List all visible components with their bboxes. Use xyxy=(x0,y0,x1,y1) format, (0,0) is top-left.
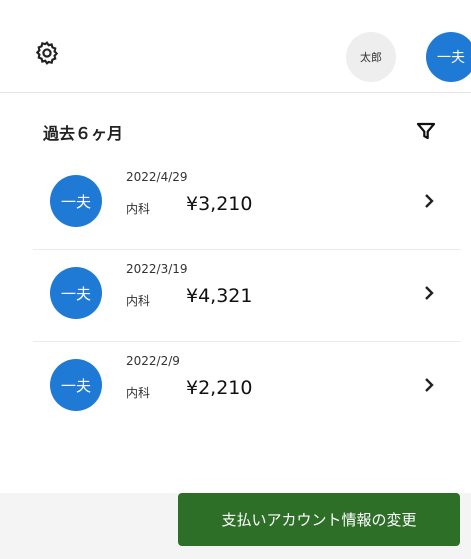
amount: ¥4,321 xyxy=(186,285,253,307)
avatar: 一夫 xyxy=(50,175,102,227)
department: 内科 xyxy=(126,294,151,308)
department: 内科 xyxy=(126,202,151,216)
history-item[interactable]: 一夫 2022/4/29 内科 ¥3,210 xyxy=(33,158,461,250)
chevron-right-icon[interactable] xyxy=(422,283,436,303)
avatar: 一夫 xyxy=(50,267,102,319)
department: 内科 xyxy=(126,386,151,400)
visit-date: 2022/3/19 xyxy=(126,262,188,276)
chevron-right-icon[interactable] xyxy=(422,375,436,395)
header: 太郎 一夫 xyxy=(0,0,471,93)
footer: 支払いアカウント情報の変更 xyxy=(0,493,471,559)
period-label: 過去６ヶ月 xyxy=(43,124,124,143)
history-list: 一夫 2022/4/29 内科 ¥3,210 一夫 2022/3/19 内科 ¥… xyxy=(33,158,461,433)
history-item[interactable]: 一夫 2022/2/9 内科 ¥2,210 xyxy=(33,342,461,433)
user-chip-label: 太郎 xyxy=(360,51,382,64)
gear-icon[interactable] xyxy=(34,40,60,66)
chevron-right-icon[interactable] xyxy=(422,191,436,211)
user-chip-taro[interactable]: 太郎 xyxy=(346,32,396,82)
user-chip-kazuo[interactable]: 一夫 xyxy=(426,32,471,82)
history-item[interactable]: 一夫 2022/3/19 内科 ¥4,321 xyxy=(33,250,461,342)
history-section: 過去６ヶ月 一夫 2022/4/29 内科 ¥3,210 一夫 2022/3/1… xyxy=(0,93,471,493)
change-payment-account-button[interactable]: 支払いアカウント情報の変更 xyxy=(178,493,460,546)
amount: ¥3,210 xyxy=(186,193,253,215)
avatar: 一夫 xyxy=(50,359,102,411)
filter-icon[interactable] xyxy=(416,121,436,141)
amount: ¥2,210 xyxy=(186,377,253,399)
visit-date: 2022/4/29 xyxy=(126,170,188,184)
app-root: 太郎 一夫 過去６ヶ月 一夫 2022/4/29 内科 ¥3,210 一夫 20… xyxy=(0,0,471,559)
user-chip-label: 一夫 xyxy=(437,50,465,66)
visit-date: 2022/2/9 xyxy=(126,354,180,368)
